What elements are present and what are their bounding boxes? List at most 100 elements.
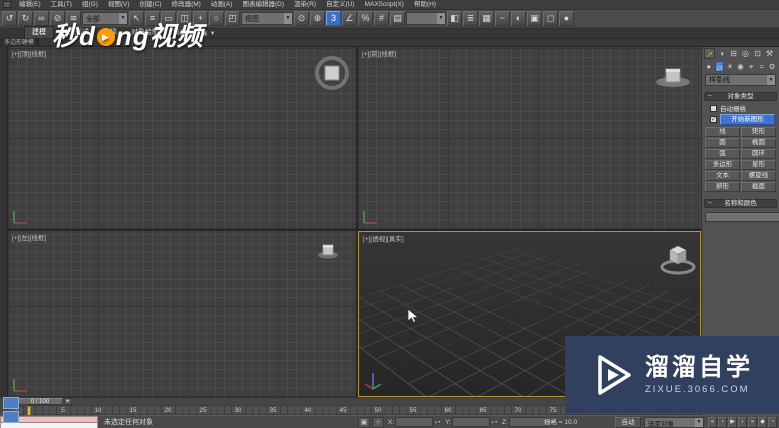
ribbon-tab-0[interactable]: 建模 <box>24 26 54 38</box>
viewport-top[interactable]: [+][顶][线框] <box>8 47 356 229</box>
menu-item[interactable]: 工具(T) <box>46 0 77 10</box>
object-type-button[interactable]: 截面 <box>741 182 776 192</box>
menu-item[interactable]: 自定义(U) <box>321 0 360 10</box>
viewport-perspective-label[interactable]: [+][透视][真实] <box>363 233 404 243</box>
select-link-icon[interactable]: ∞ <box>34 11 49 26</box>
play-button[interactable]: ▶ <box>728 417 737 428</box>
viewport-layout-tabs-strip[interactable] <box>0 47 8 397</box>
shape-type-dropdown[interactable]: 样条线 ▼ <box>705 74 776 86</box>
layer-manager-icon[interactable]: ▦ <box>479 11 494 26</box>
go-to-start-button[interactable]: « <box>708 417 717 428</box>
ribbon-subtab-polygon-modeling[interactable]: 多边形建模 <box>0 39 40 47</box>
coordinate-input[interactable] <box>508 417 547 427</box>
viewport-front-label[interactable]: [+][前][线框] <box>362 48 396 58</box>
menu-item[interactable]: 渲染(R) <box>289 0 321 10</box>
object-type-button[interactable]: 星形 <box>741 160 776 170</box>
viewport-front[interactable]: [+][前][线框] <box>358 47 701 229</box>
hierarchy-tab[interactable]: ⊟ <box>728 48 739 59</box>
time-configuration-button[interactable]: ◔ <box>768 417 777 428</box>
motion-tab[interactable]: ◎ <box>740 48 751 59</box>
auto-key-button[interactable]: 自动 <box>615 417 641 428</box>
object-type-button[interactable]: 圆 <box>705 138 740 148</box>
utilities-tab[interactable]: ⚒ <box>764 48 775 59</box>
use-pivot-center-icon[interactable]: ⊙ <box>294 11 309 26</box>
spinner-icon[interactable]: ▲▼ <box>434 420 441 424</box>
systems-category[interactable]: ⚙ <box>767 61 777 72</box>
start-new-shape-checkbox[interactable] <box>710 115 717 123</box>
angle-snap-icon[interactable]: ∠ <box>342 11 357 26</box>
cameras-category[interactable]: ◉ <box>736 61 746 72</box>
undo-icon[interactable]: ↺ <box>2 11 17 26</box>
start-new-shape-button[interactable]: 开始新图形 <box>720 113 775 125</box>
menu-item[interactable]: 组(G) <box>77 0 103 10</box>
render-setup-icon[interactable]: ▣ <box>527 11 542 26</box>
percent-snap-icon[interactable]: % <box>358 11 373 26</box>
redo-icon[interactable]: ↻ <box>18 11 33 26</box>
object-type-button[interactable]: 文本 <box>705 171 740 181</box>
snap-toggle-icon[interactable]: 3 <box>326 11 341 26</box>
display-tab[interactable]: ⊡ <box>752 48 763 59</box>
menu-item[interactable]: 动画(A) <box>206 0 238 10</box>
mirror-icon[interactable]: ◧ <box>447 11 462 26</box>
selection-lock-toggle[interactable]: ▣ <box>358 417 370 428</box>
helpers-category[interactable]: ⌖ <box>746 61 756 72</box>
selection-set-dropdown[interactable]: 选定对象 ▼ <box>644 417 704 428</box>
ref-coord-dropdown[interactable]: 视图 ▼ <box>241 12 293 25</box>
key-mode-toggle-button[interactable]: ◆ <box>758 417 767 428</box>
viewcube-left-view[interactable] <box>316 239 340 261</box>
coordinate-input[interactable] <box>451 417 490 427</box>
graph-editors-icon[interactable]: ~ <box>495 11 510 26</box>
viewport-top-label[interactable]: [+][顶][线框] <box>12 48 46 58</box>
time-slider-next-arrow[interactable]: ► <box>64 398 72 405</box>
application-icon[interactable] <box>3 1 11 8</box>
rollout-name-color[interactable]: − 名称和颜色 <box>704 199 777 208</box>
shapes-category[interactable]: ▱ <box>714 61 725 72</box>
select-rotate-icon[interactable]: ○ <box>209 11 224 26</box>
viewport-left-label[interactable]: [+][左][线框] <box>12 232 46 242</box>
previous-frame-button[interactable]: ‹ <box>718 417 727 428</box>
modify-tab[interactable]: ◑ <box>716 48 727 59</box>
object-type-button[interactable]: 矩形 <box>741 127 776 137</box>
viewcube-top-view[interactable] <box>312 53 352 93</box>
autogrid-checkbox[interactable] <box>710 104 717 112</box>
object-type-button[interactable]: 椭圆 <box>741 138 776 148</box>
next-frame-button[interactable]: › <box>738 417 747 428</box>
align-icon[interactable]: ≣ <box>463 11 478 26</box>
viewcube-perspective[interactable] <box>659 240 697 276</box>
object-type-button[interactable]: 螺旋线 <box>741 171 776 181</box>
object-type-button[interactable]: 弧 <box>705 149 740 159</box>
geometry-category[interactable]: ● <box>704 61 714 72</box>
coordinate-input[interactable] <box>395 417 434 427</box>
object-type-button[interactable]: 多边形 <box>705 160 740 170</box>
object-name-input[interactable] <box>705 212 779 222</box>
select-scale-icon[interactable]: ◰ <box>225 11 240 26</box>
menu-item[interactable]: 帮助(H) <box>409 0 441 10</box>
rendered-frame-icon[interactable]: ◻ <box>543 11 558 26</box>
menu-item[interactable]: 修改器(M) <box>167 0 206 10</box>
named-selection-dropdown[interactable]: ▼ <box>406 12 446 25</box>
menu-item[interactable]: 视图(V) <box>103 0 135 10</box>
edit-named-selections-icon[interactable]: ▤ <box>390 11 405 26</box>
spinner-snap-icon[interactable]: # <box>374 11 389 26</box>
absolute-mode-toggle[interactable]: ⊹ <box>372 417 384 428</box>
menu-item[interactable]: 编辑(E) <box>14 0 46 10</box>
material-editor-icon[interactable]: ◐ <box>511 11 526 26</box>
rollout-object-type[interactable]: − 对象类型 <box>704 92 777 101</box>
menu-item[interactable]: 图表编辑器(D) <box>238 0 290 10</box>
spinner-icon[interactable]: ▲▼ <box>491 420 498 424</box>
select-manipulate-icon[interactable]: ⊕ <box>310 11 325 26</box>
create-tab[interactable]: ↗ <box>704 48 715 59</box>
lights-category[interactable]: ☀ <box>725 61 735 72</box>
time-slider-handle[interactable]: 0 / 100 <box>17 398 63 405</box>
viewport-left[interactable]: [+][左][线框] <box>8 231 356 397</box>
go-to-end-button[interactable]: » <box>748 417 757 428</box>
menu-item[interactable]: 创建(C) <box>135 0 167 10</box>
menu-item[interactable]: MAXScript(X) <box>360 0 409 10</box>
object-type-button[interactable]: 线 <box>705 127 740 137</box>
render-icon[interactable]: ● <box>559 11 574 26</box>
object-type-button[interactable]: 卵形 <box>705 182 740 192</box>
spacewarps-category[interactable]: ≈ <box>757 61 767 72</box>
object-type-button[interactable]: 圆环 <box>741 149 776 159</box>
viewcube-front-view[interactable] <box>653 59 693 93</box>
ribbon-minimize-toggle[interactable]: ▣ ▼ <box>202 30 216 38</box>
